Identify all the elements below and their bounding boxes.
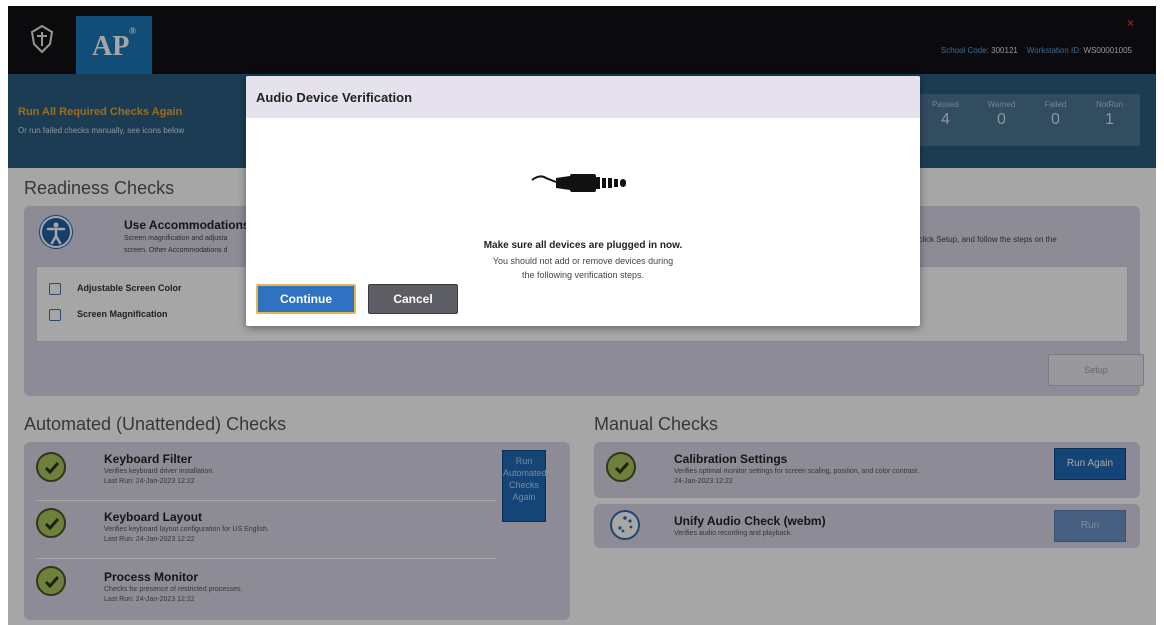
dialog-title: Audio Device Verification: [256, 90, 413, 105]
continue-button[interactable]: Continue: [256, 284, 356, 314]
dialog-header: Audio Device Verification: [246, 76, 920, 118]
audio-device-verification-dialog: Audio Device Verification Make sure all …: [246, 76, 920, 326]
dialog-message: Make sure all devices are plugged in now…: [483, 240, 683, 251]
dialog-message-line2: You should not add or remove devices dur…: [492, 256, 674, 266]
dialog-message-line3: the following verification steps.: [521, 270, 645, 280]
audio-plug-icon: [531, 174, 626, 192]
app-window: AP® × School Code: 300121 Workstation ID…: [8, 6, 1156, 625]
cancel-button[interactable]: Cancel: [368, 284, 458, 314]
